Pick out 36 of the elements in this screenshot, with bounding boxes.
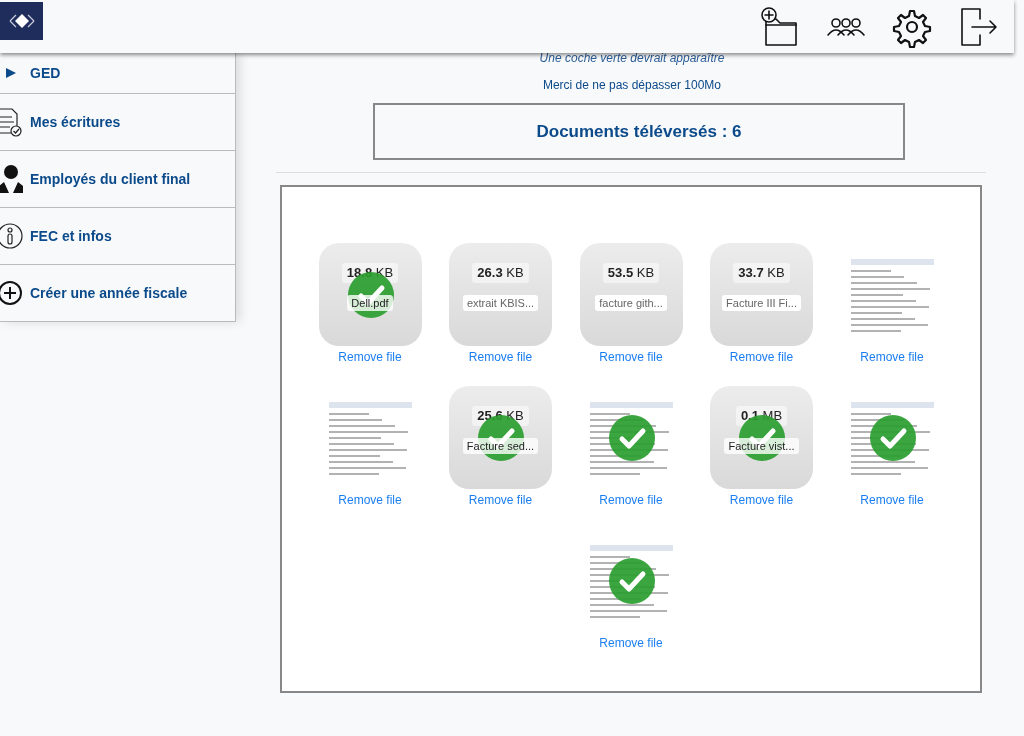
- sidebar-item[interactable]: Mes écritures: [0, 94, 236, 151]
- file-name: facture gith...: [595, 294, 667, 311]
- sidebar-item[interactable]: GED: [0, 53, 236, 94]
- dropzone[interactable]: [280, 185, 982, 693]
- triangle-icon: [6, 67, 16, 79]
- file-name: Facture III Fi...: [722, 294, 801, 311]
- file-size: 33.7 KB: [733, 263, 790, 283]
- file-name: Facture sed...: [462, 437, 539, 454]
- remove-file-link[interactable]: Remove file: [338, 491, 402, 509]
- remove-file-link[interactable]: Remove file: [468, 491, 533, 509]
- logo[interactable]: [0, 1, 43, 40]
- remove-file-link[interactable]: Remove file: [860, 348, 924, 366]
- file-size: 26.3 KB: [472, 263, 529, 283]
- check-icon: [608, 558, 655, 604]
- remove-file-link[interactable]: Remove file: [729, 491, 794, 509]
- sidebar-item[interactable]: Employés du client final: [0, 151, 236, 208]
- sidebar-item[interactable]: FEC et infos: [0, 208, 236, 265]
- hint-text: Une coche verte devrait apparaître: [538, 50, 726, 67]
- file-name: extrait KBIS...: [462, 294, 539, 311]
- remove-file-link[interactable]: Remove file: [599, 491, 663, 509]
- size-limit-text: Merci de ne pas dépasser 100Mo: [541, 77, 723, 94]
- file-name: Facture vist...: [724, 437, 799, 454]
- check-icon: [869, 415, 916, 461]
- document-icon: [0, 107, 22, 137]
- uploaded-count-panel: Documents téléversés : 6: [373, 103, 905, 160]
- remove-file-link[interactable]: Remove file: [338, 348, 402, 366]
- remove-file-link[interactable]: Remove file: [729, 348, 794, 366]
- sidebar-item[interactable]: Créer une année fiscale: [0, 265, 236, 322]
- remove-file-link[interactable]: Remove file: [599, 634, 663, 652]
- remove-file-link[interactable]: Remove file: [599, 348, 663, 366]
- remove-file-link[interactable]: Remove file: [468, 348, 533, 366]
- file-size: 53.5 KB: [602, 263, 660, 283]
- remove-file-link[interactable]: Remove file: [860, 491, 924, 509]
- check-icon: [608, 415, 655, 461]
- info-icon: [0, 222, 24, 250]
- person-icon: [0, 164, 24, 194]
